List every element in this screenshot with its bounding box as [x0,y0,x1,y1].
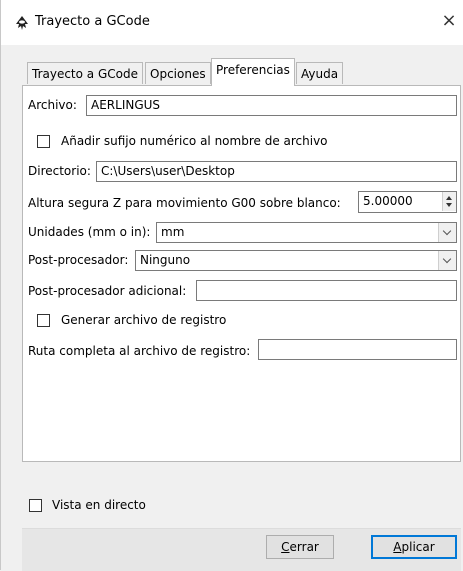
registro-checkbox[interactable] [37,314,50,327]
altura-value: 5.00000 [363,194,413,208]
sufijo-checkbox[interactable] [37,135,50,148]
post-procesador-value: Ninguno [140,253,191,267]
chevron-down-icon[interactable] [438,251,456,270]
tab-ayuda[interactable]: Ayuda [296,62,344,84]
directorio-input[interactable]: C:\Users\user\Desktop [96,161,457,182]
ruta-label: Ruta completa al archivo de registro: [28,344,251,358]
post-procesador-label: Post-procesador: [28,253,129,267]
title-bar: Trayecto a GCode × [1,0,463,45]
sufijo-label: Añadir sufijo numérico al nombre de arch… [61,134,328,148]
archivo-input[interactable]: AERLINGUS [86,95,457,116]
spin-arrows-icon[interactable] [442,192,456,211]
tab-opciones[interactable]: Opciones [145,62,211,84]
altura-spinbox[interactable]: 5.00000 [358,191,457,213]
window-title: Trayecto a GCode [35,14,150,29]
dialog-window: Trayecto a GCode × Trayecto a GCode Opci… [0,0,463,571]
cerrar-button[interactable]: Cerrar [266,535,334,559]
live-preview-area: Vista en directo [22,485,461,525]
unidades-value: mm [161,225,185,239]
aplicar-mnemonic: A [393,540,402,554]
post-adicional-label: Post-procesador adicional: [28,284,187,298]
aplicar-label: plicar [401,540,435,554]
altura-label: Altura segura Z para movimiento G00 sobr… [28,196,341,210]
vista-en-directo-label: Vista en directo [52,498,146,512]
unidades-select[interactable]: mm [156,222,457,243]
post-procesador-select[interactable]: Ninguno [135,250,457,271]
registro-label: Generar archivo de registro [61,313,227,327]
ruta-input[interactable] [258,339,457,360]
preferences-panel: Archivo: AERLINGUS Añadir sufijo numéric… [22,85,461,462]
close-icon[interactable]: × [439,10,459,32]
post-adicional-input[interactable] [196,280,457,301]
cerrar-mnemonic: C [281,540,290,554]
unidades-label: Unidades (mm o in): [28,225,151,239]
aplicar-button[interactable]: Aplicar [371,535,457,559]
chevron-down-icon[interactable] [438,223,456,242]
archivo-label: Archivo: [28,98,77,112]
inkscape-icon [16,16,28,30]
cerrar-label: errar [289,540,319,554]
directorio-label: Directorio: [28,164,91,178]
tab-preferencias[interactable]: Preferencias [211,58,295,86]
tab-trayecto-a-gcode[interactable]: Trayecto a GCode [27,62,143,84]
vista-en-directo-checkbox[interactable] [29,499,42,512]
